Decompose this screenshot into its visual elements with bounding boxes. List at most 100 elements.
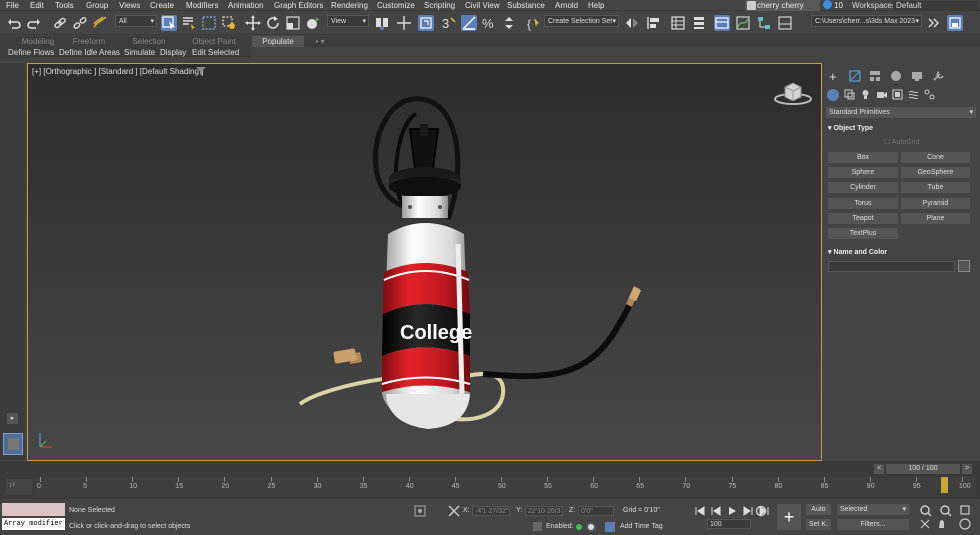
add-time-tag-icon[interactable] <box>604 521 616 533</box>
link-icon[interactable] <box>52 15 68 31</box>
percent-snap-icon[interactable]: % <box>481 15 497 31</box>
menu-arnold[interactable]: Arnold <box>555 0 578 11</box>
define-flows-button[interactable]: Define Flows <box>8 47 54 58</box>
display-tab-icon[interactable] <box>911 70 923 82</box>
menu-help[interactable]: Help <box>588 0 604 11</box>
cameras-icon[interactable] <box>876 89 887 100</box>
bind-space-warp-icon[interactable] <box>92 15 108 31</box>
add-time-tag-button[interactable]: Add Time Tag <box>620 522 663 532</box>
z-coord-field[interactable]: 0'0" <box>578 506 614 516</box>
display-button[interactable]: Display <box>160 47 186 58</box>
define-idle-areas-button[interactable]: Define Idle Areas <box>59 47 120 58</box>
selection-filter-dropdown[interactable]: All ▾ <box>115 15 157 27</box>
place-icon[interactable] <box>305 15 321 31</box>
current-frame-field[interactable]: 100 <box>707 519 751 529</box>
shapes-icon[interactable] <box>844 89 855 100</box>
rotate-icon[interactable] <box>265 15 281 31</box>
time-slider[interactable]: 100 / 100 <box>886 464 960 474</box>
curve-editor-icon[interactable] <box>735 15 751 31</box>
ribbon-options-icon[interactable]: ▪ ▾ <box>310 36 330 47</box>
key-filter-dropdown[interactable]: Selected ▾ <box>837 504 909 515</box>
menu-group[interactable]: Group <box>86 0 108 11</box>
select-manipulate-icon[interactable] <box>396 15 412 31</box>
rectangular-selection-icon[interactable] <box>201 15 217 31</box>
maxscript-input[interactable]: Array modifier <box>2 518 65 530</box>
toggle-scene-explorer-icon[interactable] <box>670 15 686 31</box>
cylinder-button[interactable]: Cylinder <box>828 182 898 193</box>
time-configuration-icon[interactable] <box>755 505 767 517</box>
schematic-view-icon[interactable] <box>756 15 772 31</box>
material-editor-icon[interactable] <box>777 15 793 31</box>
object-name-field[interactable] <box>828 261 955 272</box>
name-and-color-rollout[interactable]: ▾ Name and Color <box>828 247 887 258</box>
time-tag-toggle-icon[interactable] <box>586 522 596 532</box>
undo-icon[interactable] <box>6 15 22 31</box>
space-warps-icon[interactable] <box>908 89 919 100</box>
y-coord-field[interactable]: 22'10 26/3 <box>525 506 563 516</box>
user-account[interactable]: cherry cherry <box>745 0 820 11</box>
more-icon[interactable] <box>925 15 941 31</box>
torus-button[interactable]: Torus <box>828 198 898 209</box>
primitive-category-dropdown[interactable]: Standard Primitives ▾ <box>826 107 976 118</box>
menu-file[interactable]: File <box>6 0 19 11</box>
create-tab-icon[interactable]: + <box>829 69 837 84</box>
menu-tools[interactable]: Tools <box>55 0 74 11</box>
select-by-name-icon[interactable] <box>181 15 197 31</box>
sphere-button[interactable]: Sphere <box>828 167 898 178</box>
angle-snap-icon[interactable] <box>461 15 477 31</box>
hierarchy-tab-icon[interactable] <box>869 70 881 82</box>
toggle-ribbon-icon[interactable] <box>714 15 730 31</box>
teapot-button[interactable]: Teapot <box>828 213 898 224</box>
pivot-center-icon[interactable] <box>374 15 390 31</box>
simulate-button[interactable]: Simulate <box>124 47 155 58</box>
systems-icon[interactable] <box>924 89 935 100</box>
lights-icon[interactable] <box>860 89 871 100</box>
absolute-mode-transform-icon[interactable] <box>448 505 460 517</box>
geosphere-button[interactable]: GeoSphere <box>901 167 970 178</box>
menu-animation[interactable]: Animation <box>228 0 264 11</box>
move-icon[interactable] <box>245 15 261 31</box>
viewport-orthographic[interactable]: [+] [Orthographic ] [Standard ] [Default… <box>27 63 822 461</box>
workspaces-dropdown[interactable]: Default <box>893 1 978 10</box>
enabled-indicator-icon[interactable] <box>576 524 582 530</box>
menu-customize[interactable]: Customize <box>377 0 415 11</box>
select-object-icon[interactable] <box>161 15 177 31</box>
object-type-rollout[interactable]: ▾ Object Type <box>828 123 873 134</box>
menu-substance[interactable]: Substance <box>507 0 545 11</box>
tab-modeling[interactable]: Modeling <box>16 36 60 47</box>
reference-coordinate-dropdown[interactable]: View ▾ <box>327 15 369 27</box>
unlink-icon[interactable] <box>72 15 88 31</box>
tab-object-paint[interactable]: Object Paint <box>188 36 240 47</box>
previous-frame-button[interactable]: < <box>874 464 884 474</box>
isolate-selection-icon[interactable] <box>414 505 426 517</box>
menu-scripting[interactable]: Scripting <box>424 0 455 11</box>
tube-button[interactable]: Tube <box>901 182 970 193</box>
mini-curve-editor-toggle[interactable]: ↕ʸ <box>6 479 32 495</box>
plane-button[interactable]: Plane <box>901 213 970 224</box>
cone-button[interactable]: Cone <box>901 152 970 163</box>
set-key-mode-button[interactable]: Set K. <box>806 519 831 530</box>
viewcube-icon[interactable] <box>773 79 813 107</box>
autogrid-checkbox[interactable]: ☐ AutoGrid <box>884 138 919 146</box>
tab-selection[interactable]: Selection <box>128 36 170 47</box>
edit-named-selection-icon[interactable]: { <box>526 15 542 31</box>
menu-create[interactable]: Create <box>150 0 174 11</box>
motion-tab-icon[interactable] <box>890 70 902 82</box>
auto-key-button[interactable]: Auto <box>806 504 831 515</box>
named-selection-set-dropdown[interactable]: Create Selection Set ▾ <box>544 15 619 27</box>
keyboard-shortcut-override-icon[interactable] <box>418 15 434 31</box>
adaptive-degradation-icon[interactable] <box>532 521 543 532</box>
snaps-toggle-icon[interactable]: 3 <box>441 15 457 31</box>
edit-selected-button[interactable]: Edit Selected <box>192 47 239 58</box>
track-bar[interactable]: 0 5 10 15 20 25 30 35 40 45 50 55 60 65 70 75 80 85 90 95 10… <box>36 477 976 497</box>
sprayer-model[interactable]: College <box>288 94 648 439</box>
scale-icon[interactable] <box>285 15 301 31</box>
helpers-icon[interactable] <box>892 89 903 100</box>
tab-populate[interactable]: Populate <box>252 36 304 47</box>
menu-edit[interactable]: Edit <box>30 0 44 11</box>
window-crossing-icon[interactable] <box>221 15 237 31</box>
spinner-snap-icon[interactable] <box>501 15 517 31</box>
object-color-swatch[interactable] <box>958 260 970 272</box>
menu-civil-view[interactable]: Civil View <box>465 0 500 11</box>
geometry-icon[interactable] <box>827 89 839 101</box>
